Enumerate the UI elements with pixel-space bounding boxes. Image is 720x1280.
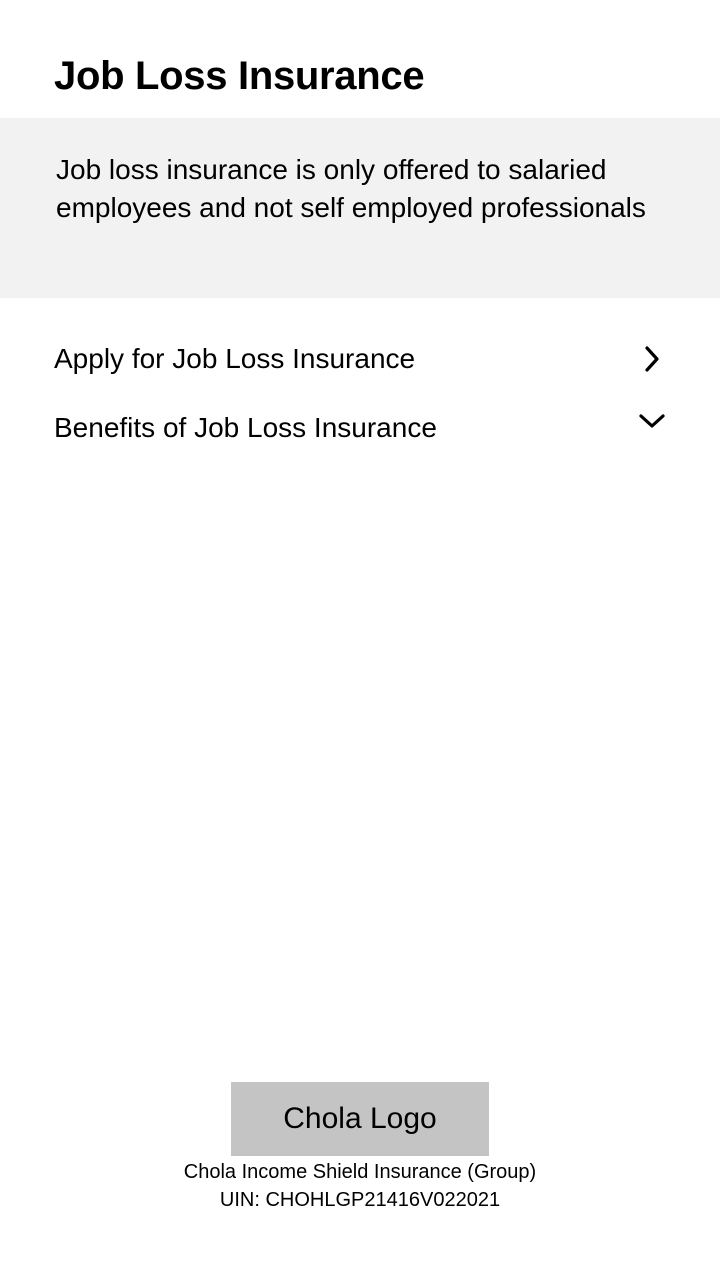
footer: Chola Logo Chola Income Shield Insurance… <box>0 1082 720 1214</box>
product-name: Chola Income Shield Insurance (Group) <box>183 1161 537 1183</box>
chevron-down-icon <box>638 407 666 435</box>
apply-job-loss-insurance-label: Apply for Job Loss Insurance <box>54 343 416 374</box>
chola-logo: Chola Logo <box>231 1082 489 1156</box>
page-title: Job Loss Insurance <box>54 54 425 98</box>
benefits-job-loss-insurance-toggle[interactable]: Benefits of Job Loss Insurance <box>54 403 666 453</box>
apply-job-loss-insurance-button[interactable]: Apply for Job Loss Insurance <box>54 334 666 384</box>
uin-number: UIN: CHOHLGP21416V022021 <box>219 1189 501 1211</box>
job-loss-insurance-screen: Job Loss Insurance Job loss insurance is… <box>0 0 720 1280</box>
benefits-job-loss-insurance-label: Benefits of Job Loss Insurance <box>54 412 437 443</box>
chevron-right-icon <box>638 345 666 373</box>
eligibility-notice-text: Job loss insurance is only offered to sa… <box>56 154 646 223</box>
eligibility-notice: Job loss insurance is only offered to sa… <box>0 118 720 298</box>
